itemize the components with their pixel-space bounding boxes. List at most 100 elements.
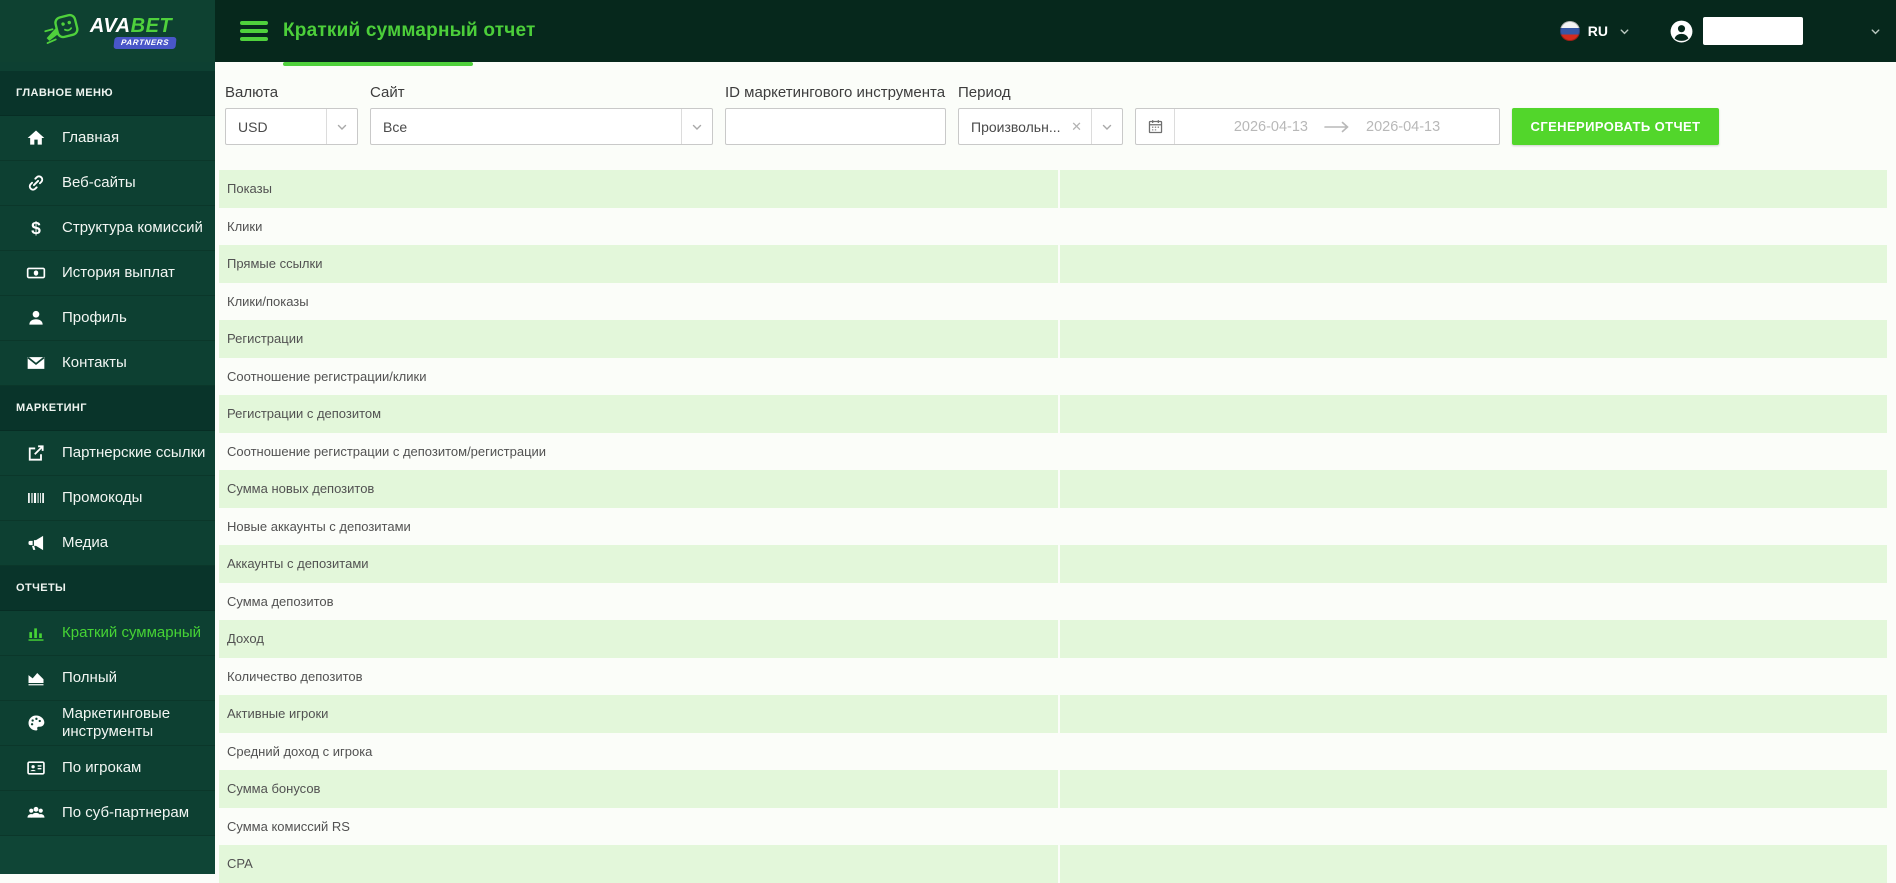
metric-value-cell (1058, 545, 1887, 583)
sidebar-item-envelope[interactable]: Контакты (0, 341, 215, 386)
metric-name-cell: Прямые ссылки (227, 256, 323, 272)
user-avatar-icon[interactable] (1669, 19, 1694, 44)
app-window: AVABET PARTNERS ГЛАВНОЕ МЕНЮ Главная Веб-с… (0, 0, 1896, 883)
logo-text-suffix: BET (130, 14, 173, 37)
period-label: Период (958, 84, 1011, 101)
generate-report-button[interactable]: СГЕНЕРИРОВАТЬ ОТЧЕТ (1512, 108, 1719, 145)
palette-icon (25, 712, 47, 734)
metric-name-cell: CPA (227, 856, 253, 872)
bar-chart-icon (25, 622, 47, 644)
language-chevron-down-icon[interactable] (1618, 25, 1631, 38)
metric-value-cell (1058, 282, 1887, 320)
people-icon (25, 802, 47, 824)
period-filter: Период Произвольн... ✕ (958, 84, 1123, 145)
logo-text: AVABET PARTNERS (90, 14, 177, 49)
table-row: Средний доход с игрока (219, 732, 1887, 770)
sidebar-item-person[interactable]: Профиль (0, 296, 215, 341)
sidebar-item-label: По суб-партнерам (62, 804, 190, 821)
table-row: Прямые ссылки (219, 245, 1887, 283)
sidebar-item-link[interactable]: Веб-сайты (0, 161, 215, 206)
metric-name-cell: Сумма новых депозитов (227, 481, 375, 497)
sidebar-item-label: История выплат (62, 264, 175, 281)
site-select[interactable]: Все (370, 108, 713, 145)
sidebar-item-label: Медиа (62, 534, 109, 551)
sidebar-section-label: ОТЧЕТЫ (0, 566, 215, 611)
sidebar-item-id-card[interactable]: По игрокам (0, 746, 215, 791)
main-area: Краткий суммарный отчет RU Валюта USD Са… (215, 0, 1896, 883)
metric-name-cell: Средний доход с игрока (227, 743, 373, 759)
date-range-filter: 2026-04-13 2026-04-13 (1135, 84, 1500, 145)
date-range-picker[interactable]: 2026-04-13 2026-04-13 (1135, 108, 1500, 145)
sidebar-item-megaphone[interactable]: Медиа (0, 521, 215, 566)
table-row: Сумма новых депозитов (219, 470, 1887, 508)
sidebar-item-external-link[interactable]: Партнерские ссылки (0, 431, 215, 476)
date-start[interactable]: 2026-04-13 (1234, 119, 1308, 135)
metric-name-cell: Клики (227, 218, 263, 234)
site-value: Все (383, 118, 408, 135)
metric-value-cell (1058, 807, 1887, 845)
sidebar-item-palette[interactable]: Маркетинговые инструменты (0, 701, 215, 746)
sidebar-item-label: По игрокам (62, 759, 142, 776)
site-chevron-down-icon[interactable] (682, 121, 712, 133)
metric-value-cell (1058, 695, 1887, 733)
metric-value-cell (1058, 470, 1887, 508)
user-name-redacted[interactable] (1703, 17, 1803, 45)
sidebar-item-label: Структура комиссий (62, 219, 203, 236)
metric-name-cell: Соотношение регистрации/клики (227, 368, 427, 384)
currency-select[interactable]: USD (225, 108, 358, 145)
site-filter: Сайт Все (370, 84, 713, 145)
sidebar-item-area-chart[interactable]: Полный (0, 656, 215, 701)
period-select[interactable]: Произвольн... ✕ (958, 108, 1123, 145)
table-row: Регистрации (219, 320, 1887, 358)
metric-value-cell (1058, 732, 1887, 770)
site-label: Сайт (370, 84, 405, 101)
currency-value: USD (238, 118, 268, 135)
table-row: Аккаунты с депозитами (219, 545, 1887, 583)
table-row: Активные игроки (219, 695, 1887, 733)
sidebar-item-bar-chart[interactable]: Краткий суммарный (0, 611, 215, 656)
sidebar-item-people[interactable]: По суб-партнерам (0, 791, 215, 836)
metric-value-cell (1058, 770, 1887, 808)
sidebar-item-label: Главная (62, 129, 120, 146)
table-row: Показы (219, 170, 1887, 208)
period-clear-icon[interactable]: ✕ (1062, 119, 1091, 135)
calendar-icon[interactable] (1136, 118, 1174, 135)
metric-value-cell (1058, 657, 1887, 695)
sidebar-section-label: ГЛАВНОЕ МЕНЮ (0, 71, 215, 116)
metric-value-cell (1058, 245, 1887, 283)
external-link-icon (25, 442, 47, 464)
metric-name-cell: Соотношение регистрации с депозитом/реги… (227, 443, 547, 459)
table-row: Клики/показы (219, 282, 1887, 320)
metric-name-cell: Сумма бонусов (227, 781, 321, 797)
period-value: Произвольн... (971, 118, 1061, 135)
sidebar-item-label: Краткий суммарный (62, 624, 202, 641)
home-icon (25, 127, 47, 149)
sidebar-item-barcode[interactable]: Промокоды (0, 476, 215, 521)
period-chevron-down-icon[interactable] (1092, 121, 1122, 133)
table-row: Количество депозитов (219, 657, 1887, 695)
hamburger-menu-icon[interactable] (240, 21, 268, 41)
sidebar-item-banknote[interactable]: История выплат (0, 251, 215, 296)
currency-filter: Валюта USD (225, 84, 358, 145)
currency-chevron-down-icon[interactable] (327, 121, 357, 133)
sidebar-item-home[interactable]: Главная (0, 116, 215, 161)
language-code[interactable]: RU (1588, 23, 1608, 39)
sidebar-nav: ГЛАВНОЕ МЕНЮ Главная Веб-сайты $ Структура к… (0, 62, 215, 836)
marketing-tool-filter: ID маркетингового инструмента (725, 84, 946, 145)
sidebar-item-dollar[interactable]: $ Структура комиссий (0, 206, 215, 251)
metric-value-cell (1058, 207, 1887, 245)
date-end[interactable]: 2026-04-13 (1366, 119, 1440, 135)
metric-value-cell (1058, 845, 1887, 883)
marketing-tool-input[interactable] (726, 109, 945, 144)
partners-badge: PARTNERS (113, 36, 177, 49)
metric-name-cell: Количество депозитов (227, 668, 363, 684)
sidebar-item-label: Партнерские ссылки (62, 444, 206, 461)
marketing-tool-label: ID маркетингового инструмента (725, 84, 946, 101)
topbar-right-controls: RU (1559, 17, 1882, 45)
banknote-icon (25, 262, 47, 284)
russian-flag-icon[interactable] (1559, 21, 1580, 41)
person-icon (25, 307, 47, 329)
link-icon (25, 172, 47, 194)
user-menu-chevron-down-icon[interactable] (1869, 25, 1882, 38)
logo[interactable]: AVABET PARTNERS (0, 0, 215, 62)
